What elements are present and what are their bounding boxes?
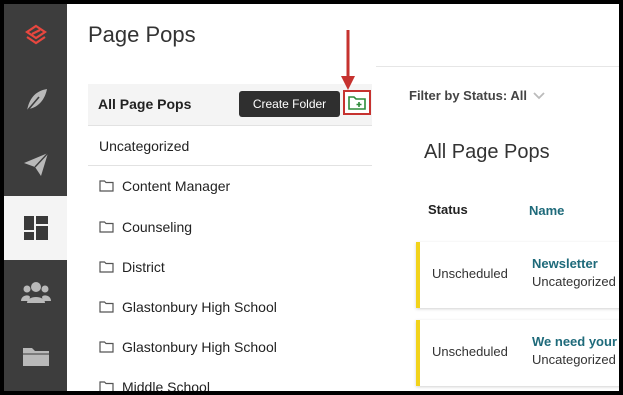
folder-item[interactable]: Middle School [88, 367, 372, 391]
filter-label: Filter by Status: All [409, 88, 527, 103]
app-window: Page Pops All Page Pops Create Folder Un… [4, 4, 619, 391]
folder-item[interactable]: Content Manager [88, 166, 372, 206]
page-pop-folder: Uncategorized [532, 274, 616, 289]
column-header-name[interactable]: Name [529, 203, 564, 218]
screenshot-frame: Page Pops All Page Pops Create Folder Un… [0, 0, 623, 395]
sidebar-item-dashboard[interactable] [4, 196, 67, 260]
all-page-pops-link[interactable]: All Page Pops [98, 96, 191, 112]
folder-outline-icon [99, 180, 114, 192]
folder-outline-icon [99, 341, 114, 353]
folder-label: Content Manager [122, 178, 231, 194]
sidebar-logo[interactable] [4, 4, 67, 68]
sidebar [4, 4, 67, 391]
header-divider [376, 66, 619, 67]
dashboard-icon [23, 216, 48, 240]
content-title: All Page Pops [424, 141, 550, 163]
folder-icon [22, 348, 49, 366]
folder-outline-icon [99, 261, 114, 273]
column-header-status: Status [428, 202, 468, 217]
sidebar-item-files[interactable] [4, 324, 67, 388]
status-text: Unscheduled [432, 266, 508, 281]
folder-item[interactable]: Counseling [88, 207, 372, 247]
folder-label: Glastonbury High School [122, 299, 277, 315]
sidebar-item-users[interactable] [4, 260, 67, 324]
folder-uncategorized[interactable]: Uncategorized [88, 126, 372, 166]
folder-label: Counseling [122, 219, 193, 235]
folder-item[interactable]: Glastonbury High School [88, 327, 372, 367]
logo-icon [24, 24, 47, 45]
folder-label: Uncategorized [99, 137, 190, 154]
folder-label: District [122, 259, 165, 275]
folder-outline-icon [99, 301, 114, 313]
create-folder-button[interactable]: Create Folder [239, 91, 340, 117]
sidebar-item-content[interactable] [4, 68, 67, 132]
folder-outline-icon [99, 381, 114, 391]
page-pop-folder: Uncategorized [532, 352, 616, 367]
paper-plane-icon [23, 152, 49, 176]
folder-item[interactable]: Glastonbury High School [88, 287, 372, 327]
folder-label: Glastonbury High School [122, 339, 277, 355]
folder-panel-header: All Page Pops Create Folder [88, 84, 372, 126]
annotation-arrow [341, 30, 355, 90]
folder-plus-icon [348, 96, 366, 110]
new-folder-button[interactable] [343, 90, 371, 115]
page-pop-name-link[interactable]: We need your h [532, 334, 619, 349]
chevron-down-icon [533, 91, 545, 100]
page-pop-row[interactable]: Unscheduled Newsletter Uncategorized [416, 242, 619, 308]
users-icon [20, 282, 51, 303]
folder-label: Middle School [122, 379, 210, 391]
folder-item[interactable]: District [88, 247, 372, 287]
feather-icon [25, 89, 47, 112]
status-filter-dropdown[interactable]: Filter by Status: All [409, 88, 545, 103]
page-pop-row[interactable]: Unscheduled We need your h Uncategorized [416, 320, 619, 386]
folder-outline-icon [99, 221, 114, 233]
sidebar-item-send[interactable] [4, 132, 67, 196]
page-pop-name-link[interactable]: Newsletter [532, 256, 598, 271]
page-title: Page Pops [88, 22, 196, 47]
status-text: Unscheduled [432, 344, 508, 359]
